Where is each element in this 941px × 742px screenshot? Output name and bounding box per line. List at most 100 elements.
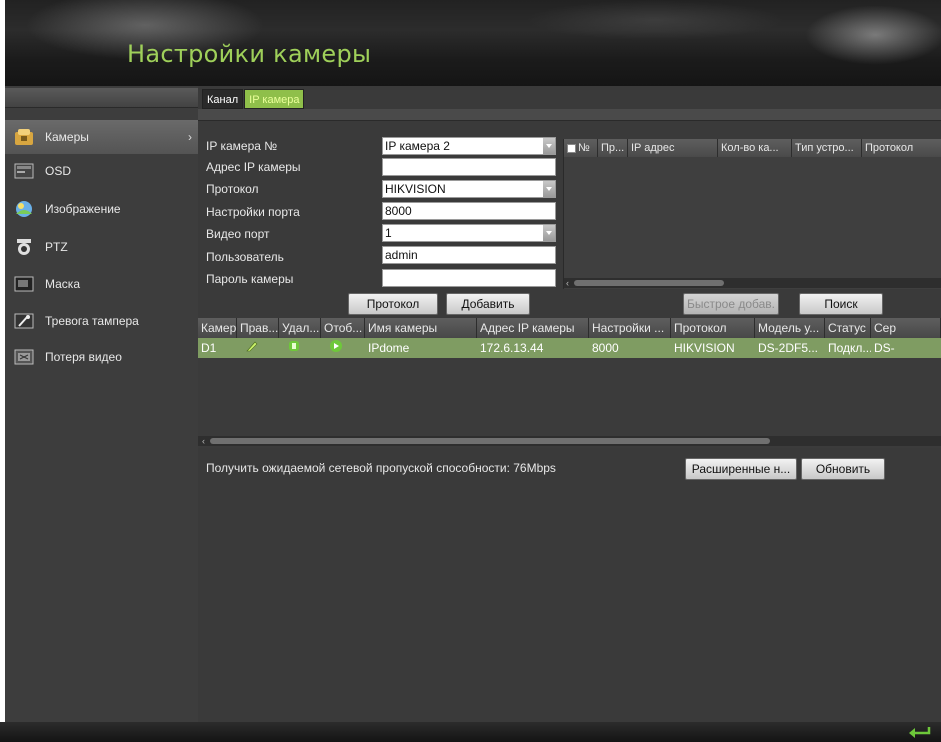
header-banner: Настройки камеры: [5, 0, 941, 86]
mask-icon: [13, 274, 35, 294]
column-header[interactable]: Адрес IP камеры: [477, 318, 589, 338]
delete-trash-icon[interactable]: [282, 338, 300, 358]
user-label: Пользователь: [206, 250, 284, 264]
sidebar-item-video-loss[interactable]: Потеря видео: [5, 340, 198, 374]
sidebar-item-cameras[interactable]: Камеры ›: [5, 120, 198, 154]
view-cell: [321, 338, 365, 358]
camera-ip-cell: 172.6.13.44: [480, 341, 544, 355]
column-header[interactable]: Модель у...: [755, 318, 825, 338]
column-header[interactable]: Сер: [871, 318, 941, 338]
protocol-select[interactable]: HIKVISION: [382, 180, 556, 198]
camera-folder-icon: [13, 127, 35, 147]
quick-add-button[interactable]: Быстрое добав.: [683, 293, 779, 315]
column-header[interactable]: IP адрес: [628, 139, 718, 157]
tab-ip-camera[interactable]: IP камера: [244, 89, 305, 109]
camera-cell: D1: [201, 341, 217, 355]
chevron-right-icon: ›: [188, 130, 192, 144]
horizontal-scrollbar[interactable]: ‹: [564, 278, 941, 288]
tab-channel[interactable]: Канал: [202, 89, 244, 109]
sidebar-item-label: Тревога тампера: [45, 314, 139, 328]
camera-port-cell: 8000: [592, 341, 619, 355]
video-port-label: Видео порт: [206, 227, 270, 241]
page-title: Настройки камеры: [127, 40, 372, 68]
column-header[interactable]: Пр...: [598, 139, 628, 157]
camera-no-label: IP камера №: [206, 139, 278, 153]
tab-strip: [198, 109, 941, 121]
protocol-button[interactable]: Протокол: [348, 293, 438, 315]
sidebar-item-label: OSD: [45, 164, 72, 178]
sidebar-item-osd[interactable]: OSD: [5, 154, 198, 188]
sidebar-item-ptz[interactable]: PTZ: [5, 230, 198, 264]
password-label: Пароль камеры: [206, 272, 294, 286]
camera-model-cell: DS-2DF5...: [758, 341, 819, 355]
footer-bar: [0, 722, 941, 742]
camera-status-cell: Подкл...: [828, 341, 871, 355]
select-all-checkbox[interactable]: [567, 143, 576, 153]
sidebar-item-mask[interactable]: Маска: [5, 267, 198, 301]
column-header[interactable]: Настройки ...: [589, 318, 671, 338]
port-label: Настройки порта: [206, 205, 300, 219]
column-header[interactable]: Статус: [825, 318, 871, 338]
advanced-settings-button[interactable]: Расширенные н...: [685, 458, 797, 480]
tab-bar: Канал IP камера: [202, 89, 305, 109]
discovered-table-header: № Пр... IP адрес Кол-во ка... Тип устро.…: [564, 139, 941, 157]
scroll-left-icon[interactable]: ‹: [566, 278, 569, 288]
protocol-value: HIKVISION: [385, 182, 446, 196]
play-icon[interactable]: [324, 338, 342, 358]
column-header[interactable]: Камер...: [198, 318, 237, 338]
sidebar-item-label: Потеря видео: [45, 350, 122, 364]
add-button[interactable]: Добавить: [446, 293, 530, 315]
image-icon: [13, 199, 35, 219]
sidebar-item-image[interactable]: Изображение: [5, 192, 198, 226]
tamper-icon: [13, 311, 35, 331]
camera-name-cell: IPdome: [368, 341, 410, 355]
video-port-select[interactable]: 1: [382, 224, 556, 242]
refresh-button[interactable]: Обновить: [801, 458, 885, 480]
column-header[interactable]: Протокол: [862, 139, 941, 157]
user-input[interactable]: admin: [382, 246, 556, 264]
scroll-left-icon[interactable]: ‹: [202, 436, 205, 446]
chevron-down-icon: [543, 138, 555, 154]
password-input[interactable]: [382, 269, 556, 287]
column-header[interactable]: Отоб...: [321, 318, 365, 338]
sidebar-item-label: Камеры: [45, 130, 89, 144]
ptz-camera-icon: [13, 237, 35, 257]
horizontal-scrollbar[interactable]: ‹: [198, 436, 941, 446]
chevron-down-icon: [543, 225, 555, 241]
port-input[interactable]: 8000: [382, 202, 556, 220]
back-arrow-icon[interactable]: [907, 724, 933, 740]
column-header-no[interactable]: №: [564, 139, 598, 157]
protocol-label: Протокол: [206, 182, 259, 196]
discovered-devices-table: № Пр... IP адрес Кол-во ка... Тип устро.…: [563, 139, 941, 289]
edit-cell: [237, 338, 279, 358]
sidebar-item-label: Маска: [45, 277, 80, 291]
table-row[interactable]: D1 IPdome 172.6.13.44 8000 HIKVISION DS-…: [198, 338, 941, 358]
sidebar-item-label: Изображение: [45, 202, 121, 216]
sidebar: Камеры › OSD Изображение PTZ Маска Трево…: [5, 86, 198, 722]
delete-cell: [279, 338, 321, 358]
camera-serial-cell: DS-: [874, 341, 895, 355]
camera-list-table: Камер... Прав... Удал... Отоб... Имя кам…: [198, 318, 941, 448]
column-header[interactable]: Кол-во ка...: [718, 139, 792, 157]
chevron-down-icon: [543, 181, 555, 197]
camera-protocol-cell: HIKVISION: [674, 341, 735, 355]
sidebar-header-bar: [5, 88, 198, 108]
scrollbar-thumb[interactable]: [210, 438, 770, 444]
edit-pencil-icon[interactable]: [240, 338, 258, 358]
column-header[interactable]: Протокол: [671, 318, 755, 338]
address-label: Адрес IP камеры: [206, 160, 301, 174]
osd-icon: [13, 161, 35, 181]
column-header[interactable]: Имя камеры: [365, 318, 477, 338]
camera-table-header: Камер... Прав... Удал... Отоб... Имя кам…: [198, 318, 941, 338]
video-port-value: 1: [385, 226, 392, 240]
camera-no-select[interactable]: IP камера 2: [382, 137, 556, 155]
address-input[interactable]: [382, 158, 556, 176]
camera-no-value: IP камера 2: [385, 139, 450, 153]
column-header[interactable]: Тип устро...: [792, 139, 862, 157]
sidebar-item-tamper[interactable]: Тревога тампера: [5, 304, 198, 338]
column-header[interactable]: Удал...: [279, 318, 321, 338]
scrollbar-thumb[interactable]: [574, 280, 724, 286]
main-panel: Канал IP камера IP камера № IP камера 2 …: [198, 86, 941, 722]
search-button[interactable]: Поиск: [799, 293, 883, 315]
column-header[interactable]: Прав...: [237, 318, 279, 338]
